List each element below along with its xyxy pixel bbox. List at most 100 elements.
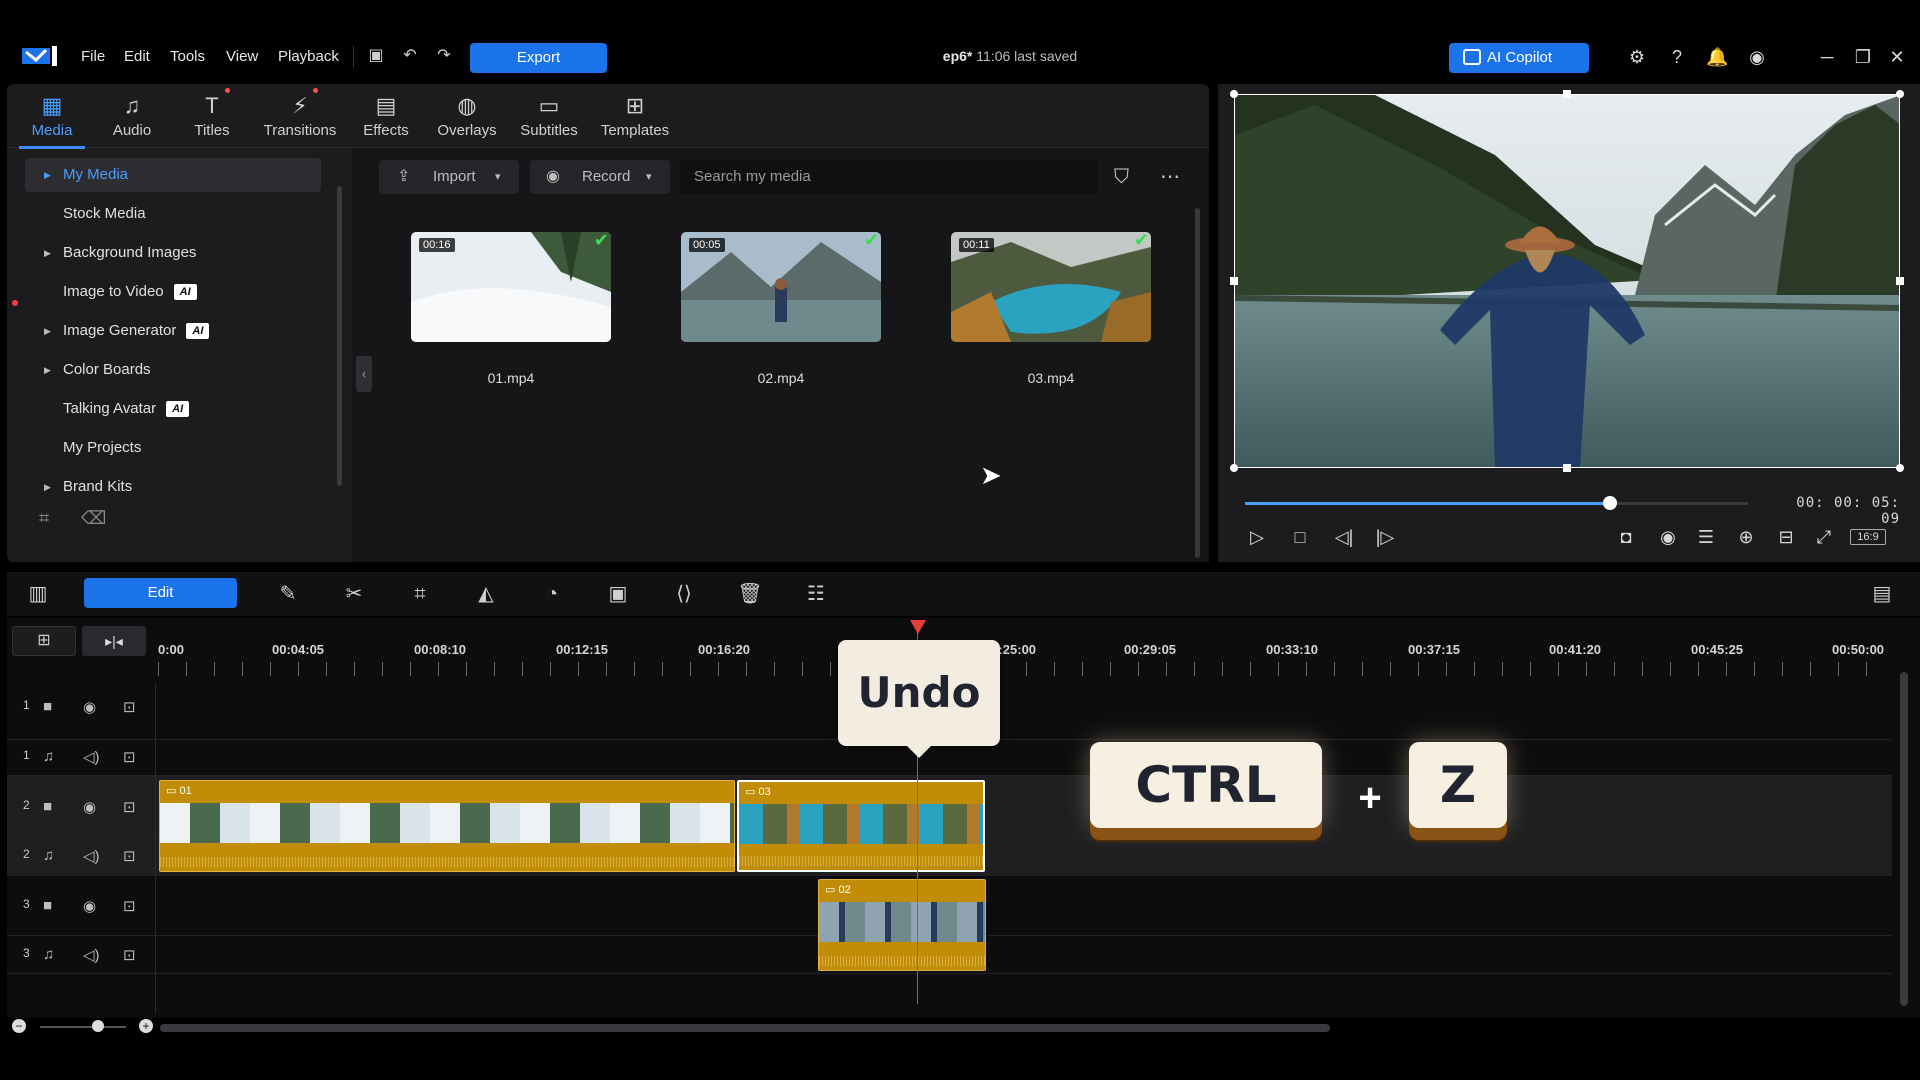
menu-playback[interactable]: Playback (278, 48, 339, 65)
zoom-out-icon[interactable]: − (12, 1019, 26, 1033)
timeline-clip-selected[interactable]: ▭ 03 (737, 780, 985, 872)
resize-handle[interactable] (1563, 464, 1571, 472)
speed-icon[interactable]: ◔ (538, 580, 566, 608)
speaker-icon[interactable]: ◁) (83, 748, 100, 766)
sidebar-item-talking-avatar[interactable]: Talking Avatar AI (25, 392, 321, 426)
render-preview-icon[interactable]: ◉ (1656, 525, 1680, 549)
lock-icon[interactable]: ⊡ (123, 897, 136, 915)
layout-switch-icon[interactable]: ▥ (24, 580, 52, 608)
properties-icon[interactable]: ☷ (802, 580, 830, 608)
tab-templates[interactable]: ⊞ Templates (593, 84, 677, 148)
minimize-icon[interactable]: ─ (1816, 46, 1838, 68)
zoom-preview-icon[interactable]: ⊕ (1734, 525, 1758, 549)
speaker-icon[interactable]: ◁) (83, 946, 100, 964)
account-icon[interactable]: ◉ (1746, 46, 1768, 68)
eye-icon[interactable]: ◉ (83, 698, 96, 716)
menu-edit[interactable]: Edit (124, 48, 150, 65)
sidebar-item-my-media[interactable]: ▶ My Media (25, 158, 321, 192)
zoom-in-icon[interactable]: + (139, 1019, 153, 1033)
undo-icon[interactable]: ↶ (400, 46, 420, 66)
sidebar-scrollbar[interactable] (337, 186, 342, 486)
timeline-clip[interactable]: ▭ 01 (159, 780, 735, 872)
redo-icon[interactable]: ↷ (434, 46, 454, 66)
lock-icon[interactable]: ⊡ (123, 798, 136, 816)
add-tag-icon[interactable]: ⌗ (39, 508, 49, 529)
timeline-horizontal-scrollbar[interactable] (160, 1024, 1330, 1032)
tab-subtitles[interactable]: ▭ Subtitles (513, 84, 585, 148)
sidebar-item-image-to-video[interactable]: Image to Video AI (25, 275, 321, 309)
remove-tag-icon[interactable]: ⌫ (81, 508, 106, 529)
aspect-ratio-button[interactable]: 16:9 (1850, 529, 1886, 545)
tab-transitions[interactable]: ⚡ Transitions (257, 84, 343, 148)
media-thumbnail[interactable]: 00:11 ✔ (951, 232, 1151, 342)
edit-button[interactable]: Edit (84, 578, 237, 608)
media-thumbnail[interactable]: 00:05 ✔ (681, 232, 881, 342)
time-ruler[interactable] (158, 662, 1893, 676)
record-button[interactable]: ◉ Record ▾ (530, 160, 670, 194)
previous-frame-icon[interactable]: ◁| (1332, 525, 1356, 549)
eye-icon[interactable]: ◉ (83, 897, 96, 915)
resize-handle[interactable] (1896, 90, 1904, 98)
tab-overlays[interactable]: ◍ Overlays (431, 84, 503, 148)
sidebar-item-color-boards[interactable]: ▶ Color Boards (25, 353, 321, 387)
scissors-icon[interactable]: ✂ (340, 580, 368, 608)
lock-icon[interactable]: ⊡ (123, 698, 136, 716)
timeline-settings-icon[interactable]: ▤ (1868, 580, 1896, 608)
freeze-frame-icon[interactable]: ▣ (604, 580, 632, 608)
bell-icon[interactable]: 🔔 (1706, 46, 1728, 68)
collapse-sidebar-button[interactable]: ‹ (356, 356, 372, 392)
snapshot-icon[interactable]: ◘ (1614, 525, 1638, 549)
crop-icon[interactable]: ⌗ (406, 580, 434, 608)
fullscreen-icon[interactable]: ⤢ (1812, 525, 1836, 549)
tab-effects[interactable]: ▤ Effects (353, 84, 419, 148)
tab-audio[interactable]: ♫ Audio (99, 84, 165, 148)
layout-icon[interactable]: ⊟ (1774, 525, 1798, 549)
play-icon[interactable]: ▷ (1245, 525, 1269, 549)
resize-handle[interactable] (1896, 277, 1904, 285)
sidebar-item-my-projects[interactable]: My Projects (25, 431, 321, 465)
pen-icon[interactable]: ✎ (274, 580, 302, 608)
menu-tools[interactable]: Tools (170, 48, 205, 65)
media-thumbnail[interactable]: 00:16 ✔ (411, 232, 611, 342)
lock-icon[interactable]: ⊡ (123, 748, 136, 766)
resize-handle[interactable] (1230, 464, 1238, 472)
speaker-icon[interactable]: ◁) (83, 847, 100, 865)
tab-media[interactable]: ▦ Media (19, 84, 85, 149)
stop-icon[interactable]: □ (1288, 525, 1312, 549)
restore-icon[interactable]: ❐ (1852, 46, 1874, 68)
resize-handle[interactable] (1230, 90, 1238, 98)
flip-icon[interactable]: ◭ (472, 580, 500, 608)
zoom-slider-track[interactable] (40, 1026, 126, 1028)
resize-handle[interactable] (1896, 464, 1904, 472)
trash-icon[interactable]: 🗑 (736, 580, 764, 608)
help-icon[interactable]: ? (1666, 46, 1688, 68)
search-input[interactable]: Search my media (680, 160, 1098, 194)
preview-seek-knob[interactable] (1602, 496, 1617, 510)
export-button[interactable]: Export (470, 43, 607, 73)
subtitles-toggle-icon[interactable]: ☰ (1694, 525, 1718, 549)
sidebar-item-brand-kits[interactable]: ▶ Brand Kits (25, 470, 321, 504)
close-icon[interactable]: ✕ (1886, 46, 1908, 68)
tab-titles[interactable]: T Titles (179, 84, 245, 148)
settings-icon[interactable]: ⚙ (1626, 46, 1648, 68)
ai-copilot-button[interactable]: AI Copilot (1449, 43, 1589, 73)
sidebar-item-background-images[interactable]: ▶ Background Images (25, 236, 321, 270)
next-frame-icon[interactable]: |▷ (1373, 525, 1397, 549)
menu-view[interactable]: View (226, 48, 258, 65)
filter-icon[interactable]: ⛉ (1114, 166, 1129, 189)
save-icon[interactable]: ▣ (366, 46, 386, 66)
eye-icon[interactable]: ◉ (83, 798, 96, 816)
add-track-icon[interactable]: ⊞ (12, 626, 76, 656)
resize-handle[interactable] (1230, 277, 1238, 285)
preview-video[interactable] (1234, 94, 1900, 468)
sidebar-item-image-generator[interactable]: ▶ Image Generator AI (25, 314, 321, 348)
audio-sync-icon[interactable]: ⟨⟩ (670, 580, 698, 608)
media-scrollbar[interactable] (1195, 208, 1200, 558)
timeline-vertical-scrollbar[interactable] (1900, 672, 1908, 1006)
more-options-icon[interactable]: ⋯ (1160, 164, 1180, 189)
timeline-clip[interactable]: ▭ 02 (818, 879, 986, 971)
playhead-marker[interactable] (910, 620, 926, 634)
lock-icon[interactable]: ⊡ (123, 946, 136, 964)
fit-timeline-icon[interactable]: ▸|◂ (82, 626, 146, 656)
resize-handle[interactable] (1563, 90, 1571, 98)
